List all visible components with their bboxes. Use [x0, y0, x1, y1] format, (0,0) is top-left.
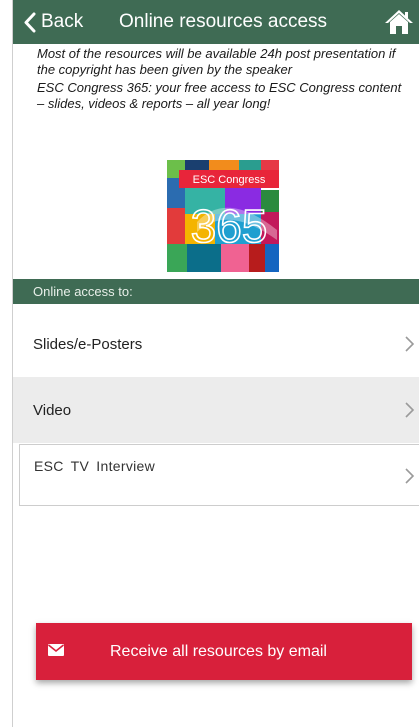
- availability-note: Most of the resources will be available …: [37, 46, 396, 77]
- app-screen: Back Online resources access Most of the…: [12, 0, 419, 727]
- section-header-label: Online access to:: [33, 284, 133, 299]
- congress-description: ESC Congress 365: your free access to ES…: [37, 80, 402, 111]
- back-button[interactable]: Back: [23, 0, 83, 44]
- home-icon: [385, 10, 413, 34]
- list-item-video[interactable]: Video: [13, 377, 419, 443]
- chevron-right-icon: [405, 468, 415, 484]
- list-item-esc-tv-interview[interactable]: ESC TV Interview: [19, 444, 419, 506]
- chevron-right-icon: [405, 336, 415, 352]
- list-item-label: Slides/e-Posters: [33, 335, 143, 353]
- list-item-label: Video: [33, 401, 72, 419]
- chevron-right-icon: [405, 402, 415, 418]
- logo-banner-text: ESC Congress: [193, 174, 266, 186]
- list-item-label: ESC TV Interview: [34, 458, 156, 474]
- esc-congress-365-logo: ESC Congress 365: [167, 160, 279, 272]
- intro-text: Most of the resources will be available …: [37, 46, 407, 114]
- email-resources-button[interactable]: Receive all resources by email: [36, 623, 412, 680]
- home-button[interactable]: [384, 7, 414, 37]
- back-label: Back: [41, 11, 84, 32]
- logo-number-text: 365: [191, 200, 268, 252]
- page-title: Online resources access: [119, 11, 328, 32]
- mail-icon: [48, 644, 64, 656]
- list-item-slides[interactable]: Slides/e-Posters: [13, 311, 419, 378]
- navigation-bar: Back Online resources access: [13, 0, 419, 44]
- section-header: Online access to:: [13, 279, 419, 304]
- chevron-left-icon: [24, 12, 36, 32]
- email-button-label: Receive all resources by email: [110, 643, 327, 660]
